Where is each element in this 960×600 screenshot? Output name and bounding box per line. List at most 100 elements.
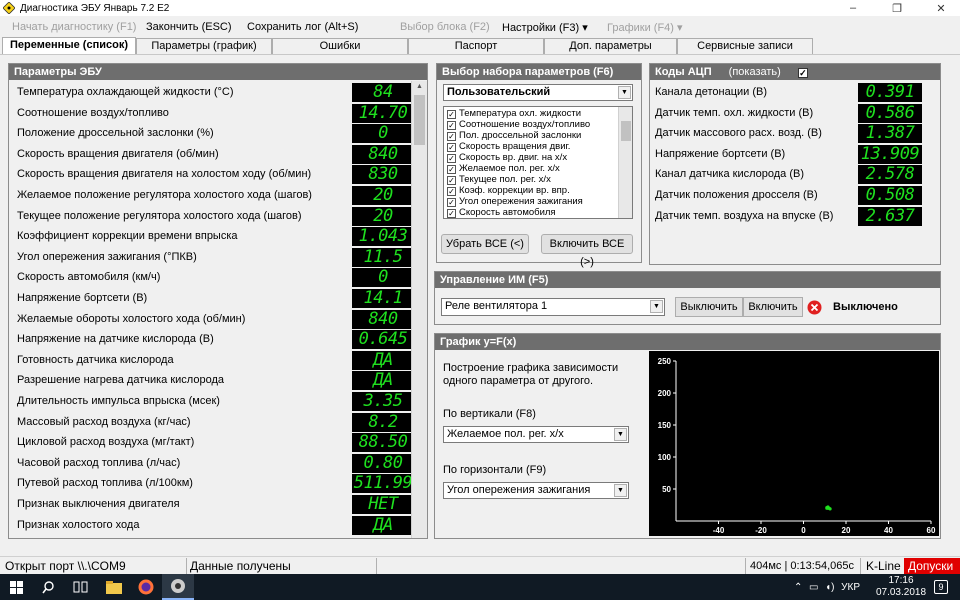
menu-select-block[interactable]: Выбор блока (F2) (400, 21, 490, 33)
remove-all-button[interactable]: Убрать ВСЕ (<) (441, 234, 529, 254)
actuator-off-button[interactable]: Выключить (675, 297, 743, 317)
volume-icon[interactable]: ◖) (825, 582, 834, 593)
ecu-param-row: Текущее положение регулятора холостого х… (14, 206, 414, 227)
checklist-scrollbar[interactable] (618, 107, 632, 218)
ecu-param-value: 0 (352, 124, 414, 144)
firefox-icon[interactable] (130, 574, 162, 600)
checkbox-checked-icon[interactable]: ✓ (447, 209, 456, 218)
ecu-params-scrollbar[interactable]: ▲ (411, 81, 427, 538)
param-check-item[interactable]: ✓ Температура охл. жидкости (447, 108, 581, 119)
param-check-label: Коэф. коррекции вр. впр. (459, 185, 570, 196)
param-check-item[interactable]: ✓ Желаемое пол. рег. х/х (447, 163, 560, 174)
file-explorer-icon[interactable] (98, 574, 130, 600)
clock[interactable]: 17:16 07.03.2018 (876, 574, 926, 600)
scatter-chart: 50 100 150 200 250 -40 -20 0 20 40 60 (649, 351, 939, 536)
horizontal-axis-select[interactable]: Угол опережения зажигания ▼ (443, 482, 629, 499)
ecu-param-row: Напряжение бортсети (В) 14.1 (14, 288, 414, 309)
param-check-item[interactable]: ✓ Угол опережения зажигания (447, 196, 583, 207)
clock-date: 07.03.2018 (875, 587, 927, 598)
ecu-param-row: Температура охлаждающей жидкости (°C) 84 (14, 82, 414, 103)
minimize-button[interactable]: – (838, 0, 868, 16)
language-indicator[interactable]: УКР (841, 582, 860, 593)
notifications-icon[interactable]: 9 (932, 574, 950, 600)
menu-save-log[interactable]: Сохранить лог (Alt+S) (247, 21, 358, 33)
chevron-up-icon[interactable]: ⌃ (794, 582, 802, 593)
ecu-param-value: 84 (352, 83, 414, 102)
chevron-down-icon[interactable]: ▼ (614, 484, 627, 497)
chevron-down-icon[interactable]: ▼ (618, 86, 631, 99)
adc-title-text: Коды АЦП (655, 66, 712, 78)
task-view-icon[interactable] (64, 574, 96, 600)
menu-settings[interactable]: Настройки (F3) ▾ (502, 21, 588, 34)
maximize-button[interactable]: ❐ (882, 0, 912, 16)
checkbox-checked-icon[interactable]: ✓ (447, 121, 456, 130)
param-check-label: Пол. дроссельной заслонки (459, 130, 582, 141)
adc-label: Канала детонации (В) (655, 86, 768, 98)
ecu-param-row: Часовой расход топлива (л/час) 0.80 (14, 453, 414, 474)
checkbox-checked-icon[interactable]: ✓ (447, 187, 456, 196)
chevron-down-icon[interactable]: ▼ (650, 300, 663, 313)
ecu-param-value: 0.80 (352, 453, 414, 473)
tab-extra-params[interactable]: Доп. параметры (544, 38, 677, 54)
actuator-panel: Управление ИМ (F5) Реле вентилятора 1 ▼ … (434, 271, 941, 325)
ecu-param-value: ДА (352, 350, 414, 370)
ecu-param-value: 511.99 (352, 473, 414, 494)
tab-variables-list[interactable]: Переменные (список) (2, 37, 136, 55)
actuator-on-button[interactable]: Включить (743, 297, 803, 317)
add-all-button[interactable]: Включить ВСЕ (>) (541, 234, 633, 268)
param-check-item[interactable]: ✓ Скорость вращения двиг. (447, 141, 570, 152)
menu-start-diagnostics[interactable]: Начать диагностику (F1) (12, 21, 136, 33)
diagnostics-app-icon[interactable] (162, 574, 194, 600)
windows-start-icon[interactable] (0, 574, 32, 600)
x-tick-label: 40 (884, 526, 893, 535)
param-set-select[interactable]: Пользовательский ▼ (443, 84, 633, 101)
tab-errors[interactable]: Ошибки (272, 38, 408, 54)
vertical-axis-select[interactable]: Желаемое пол. рег. х/х ▼ (443, 426, 629, 443)
checkbox-checked-icon[interactable]: ✓ (447, 198, 456, 207)
actuator-select[interactable]: Реле вентилятора 1 ▼ (441, 298, 665, 316)
close-button[interactable]: ✕ (926, 0, 956, 16)
chevron-down-icon[interactable]: ▼ (614, 428, 627, 441)
checkbox-checked-icon[interactable]: ✓ (447, 165, 456, 174)
param-check-item[interactable]: ✓ Текущее пол. рег. х/х (447, 174, 551, 185)
param-check-label: Температура охл. жидкости (459, 108, 582, 119)
tab-params-graph[interactable]: Параметры (график) (136, 38, 272, 54)
checkbox-checked-icon[interactable]: ✓ (447, 176, 456, 185)
network-icon[interactable]: ▭ (809, 582, 818, 593)
ecu-param-row: Путевой расход топлива (л/100км) 511.99 (14, 473, 414, 494)
ecu-param-row: Готовность датчика кислорода ДА (14, 350, 414, 371)
adc-row: Датчик массового расх. возд. (В) 1.387 (655, 123, 925, 144)
menu-finish[interactable]: Закончить (ESC) (146, 21, 232, 33)
param-check-item[interactable]: ✓ Пол. дроссельной заслонки (447, 130, 581, 141)
ecu-param-value: 830 (352, 165, 414, 185)
scroll-up-icon[interactable]: ▲ (414, 83, 425, 94)
ecu-param-row: Коэффициент коррекции времени впрыска 1.0… (14, 226, 414, 247)
checkbox-checked-icon[interactable]: ✓ (447, 154, 456, 163)
checkbox-checked-icon[interactable]: ✓ (447, 143, 456, 152)
ecu-param-value: 14.70 (352, 103, 414, 123)
checkbox-checked-icon[interactable]: ✓ (447, 132, 456, 141)
title-bar: Диагностика ЭБУ Январь 7.2 Е2 – ❐ ✕ (0, 0, 960, 16)
scroll-thumb[interactable] (414, 95, 425, 145)
param-check-item[interactable]: ✓ Соотношение воздух/топливо (447, 119, 590, 130)
y-tick-label: 50 (662, 485, 671, 494)
ecu-param-label: Соотношение воздух/топливо (17, 106, 169, 119)
search-icon[interactable] (32, 574, 64, 600)
param-check-label: Скорость вр. двиг. на х/х (459, 152, 568, 163)
tab-passport[interactable]: Паспорт (408, 38, 544, 54)
adc-value: 13.909 (858, 144, 922, 164)
param-check-item[interactable]: ✓ Скорость вр. двиг. на х/х (447, 152, 567, 163)
ecu-param-value: ДА (352, 371, 414, 391)
adc-show-checkbox[interactable]: ✓ (797, 68, 808, 78)
checkbox-checked-icon[interactable]: ✓ (447, 110, 456, 119)
ecu-param-label: Желаемые обороты холостого хода (об/мин) (17, 312, 246, 325)
scroll-thumb[interactable] (621, 121, 631, 141)
ecu-param-value: 840 (352, 144, 414, 164)
tab-service-records[interactable]: Сервисные записи (677, 38, 813, 54)
menu-charts[interactable]: Графики (F4) ▾ (607, 21, 683, 34)
ecu-param-label: Часовой расход топлива (л/час) (17, 456, 181, 469)
ecu-param-row: Желаемое положение регулятора холостого … (14, 185, 414, 206)
param-check-item[interactable]: ✓ Коэф. коррекции вр. впр. (447, 185, 570, 196)
param-check-item[interactable]: ✓ Скорость автомобиля (447, 207, 556, 218)
system-tray: ⌃ ▭ ◖) УКР (794, 574, 860, 600)
